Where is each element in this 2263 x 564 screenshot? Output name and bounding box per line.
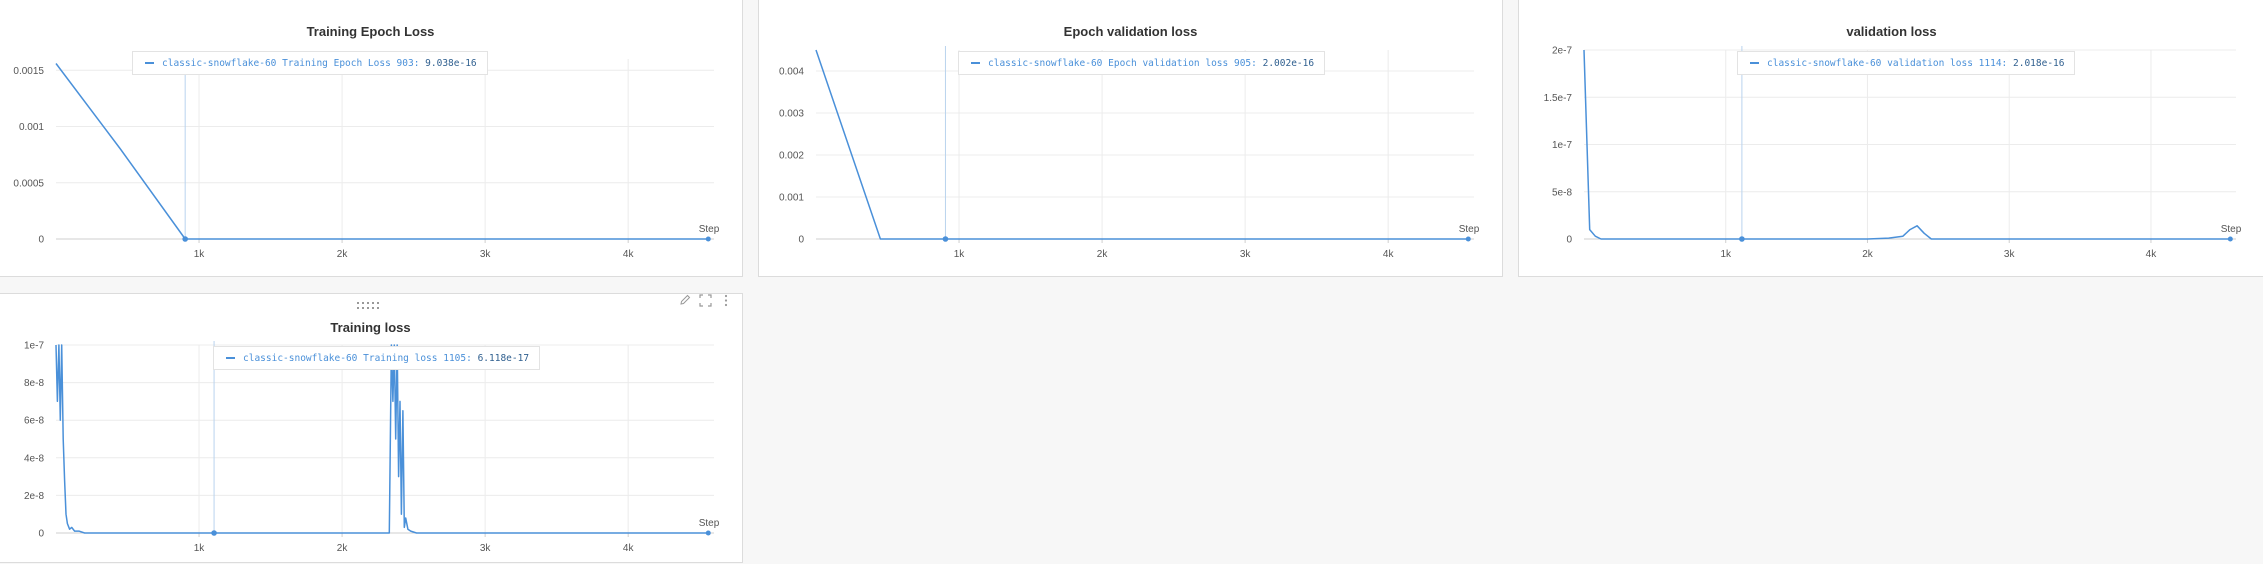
legend-step: 1105:: [443, 353, 472, 364]
x-axis-label: Step: [699, 224, 720, 235]
x-axis-label: Step: [699, 518, 720, 529]
chart-svg[interactable]: 0 5e-8 1e-7 1.5e-7 2e-7 1k 2k 3k 4k Step: [1519, 0, 2263, 278]
hover-point: [182, 236, 188, 242]
y-tick-label: 0.001: [779, 193, 804, 204]
legend-swatch-icon: [1750, 61, 1759, 64]
y-tick-label: 0.0015: [13, 66, 44, 77]
edit-icon[interactable]: [679, 294, 691, 306]
y-tick-label: 0.001: [19, 122, 44, 133]
series-line: [55, 344, 709, 534]
end-point: [705, 530, 711, 536]
legend-metric: Training Epoch Loss: [282, 58, 391, 69]
x-tick-label: 4k: [2146, 249, 2158, 260]
chart-legend: classic-snowflake-60 validation loss 111…: [1737, 51, 2076, 75]
chart-legend: classic-snowflake-60 Training Epoch Loss…: [132, 51, 488, 75]
chart-panel-epoch-validation-loss: Epoch validation loss 0 0.001 0.002 0.003 0.…: [758, 0, 1503, 277]
x-tick-label: 2k: [337, 543, 349, 554]
x-axis-label: Step: [1459, 224, 1480, 235]
y-tick-label: 0: [798, 235, 804, 246]
x-tick-label: 3k: [1240, 249, 1252, 260]
y-tick-label: 0.0005: [13, 178, 44, 189]
chart-svg[interactable]: 0 0.0005 0.001 0.0015 1k 2k 3k 4k Step: [0, 0, 744, 278]
x-tick-label: 2k: [1862, 249, 1874, 260]
hover-point: [1739, 236, 1745, 242]
fullscreen-icon[interactable]: [699, 294, 712, 307]
end-point: [1465, 236, 1471, 242]
more-icon[interactable]: [723, 294, 729, 307]
legend-swatch-icon: [226, 356, 235, 359]
chart-legend: classic-snowflake-60 Epoch validation lo…: [958, 51, 1326, 75]
legend-swatch-icon: [971, 61, 980, 64]
legend-run: classic-snowflake-60: [243, 353, 358, 364]
y-tick-label: 0: [38, 235, 44, 246]
legend-value: 9.038e-16: [425, 58, 477, 69]
y-tick-label: 6e-8: [24, 416, 44, 427]
legend-swatch-icon: [145, 61, 154, 64]
y-tick-label: 5e-8: [1552, 187, 1572, 198]
legend-step: 905:: [1233, 58, 1257, 69]
x-tick-label: 1k: [1720, 249, 1732, 260]
y-tick-label: 1.5e-7: [1544, 93, 1573, 104]
chart-panel-validation-loss: validation loss 0 5e-8 1e-7 1.5e-7 2e-7 1k 2k 3…: [1518, 0, 2263, 277]
x-tick-label: 1k: [194, 543, 206, 554]
y-tick-label: 0.002: [779, 151, 804, 162]
x-tick-label: 3k: [480, 249, 492, 260]
legend-step: 1114:: [1978, 58, 2008, 69]
y-tick-label: 8e-8: [24, 378, 44, 389]
x-tick-label: 4k: [623, 249, 635, 260]
x-tick-label: 3k: [2004, 249, 2016, 260]
chart-svg[interactable]: 0 2e-8 4e-8 6e-8 8e-8 1e-7 1k 2k 3k 4k Step: [0, 294, 744, 564]
x-tick-label: 2k: [337, 249, 349, 260]
x-tick-label: 4k: [1383, 249, 1395, 260]
hover-point: [211, 530, 217, 536]
legend-metric: Training loss: [363, 353, 438, 364]
y-tick-label: 1e-7: [24, 341, 44, 352]
x-tick-label: 4k: [623, 543, 635, 554]
legend-value: 2.002e-16: [1262, 58, 1315, 69]
legend-value: 6.118e-17: [477, 353, 530, 364]
legend-metric: validation loss: [1887, 58, 1973, 69]
y-tick-label: 2e-7: [1552, 46, 1572, 57]
chart-svg[interactable]: 0 0.001 0.002 0.003 0.004 1k 2k 3k 4k Step: [759, 0, 1504, 278]
end-point: [2227, 236, 2233, 242]
x-tick-label: 2k: [1097, 249, 1109, 260]
end-point: [705, 236, 711, 242]
series-line: [55, 63, 709, 240]
chart-panel-training-epoch-loss: Training Epoch Loss 0 0.0005 0.001 0.0015 1k…: [0, 0, 743, 277]
legend-run: classic-snowflake-60: [988, 58, 1103, 69]
y-tick-label: 1e-7: [1552, 140, 1572, 151]
hover-point: [942, 236, 949, 242]
chart-legend: classic-snowflake-60 Training loss 1105:…: [213, 346, 541, 370]
x-tick-label: 1k: [194, 249, 206, 260]
x-tick-label: 1k: [954, 249, 966, 260]
legend-value: 2.018e-16: [2013, 58, 2065, 69]
legend-step: 903:: [396, 58, 420, 69]
y-tick-label: 0.003: [779, 109, 804, 120]
legend-run: classic-snowflake-60: [162, 58, 277, 69]
legend-run: classic-snowflake-60: [1767, 58, 1882, 69]
series-line: [815, 49, 1469, 240]
y-tick-label: 2e-8: [24, 491, 44, 502]
y-tick-label: 0.004: [779, 67, 804, 78]
x-axis-label: Step: [2221, 224, 2242, 235]
y-tick-label: 4e-8: [24, 453, 44, 464]
legend-metric: Epoch validation loss: [1108, 58, 1229, 69]
x-tick-label: 3k: [480, 543, 492, 554]
chart-panel-training-loss: Training loss 0 2e-8 4e-8 6e-8 8e-8 1e-7 1k 2k 3…: [0, 293, 743, 563]
y-tick-label: 0: [1566, 235, 1572, 246]
y-tick-label: 0: [38, 529, 44, 540]
